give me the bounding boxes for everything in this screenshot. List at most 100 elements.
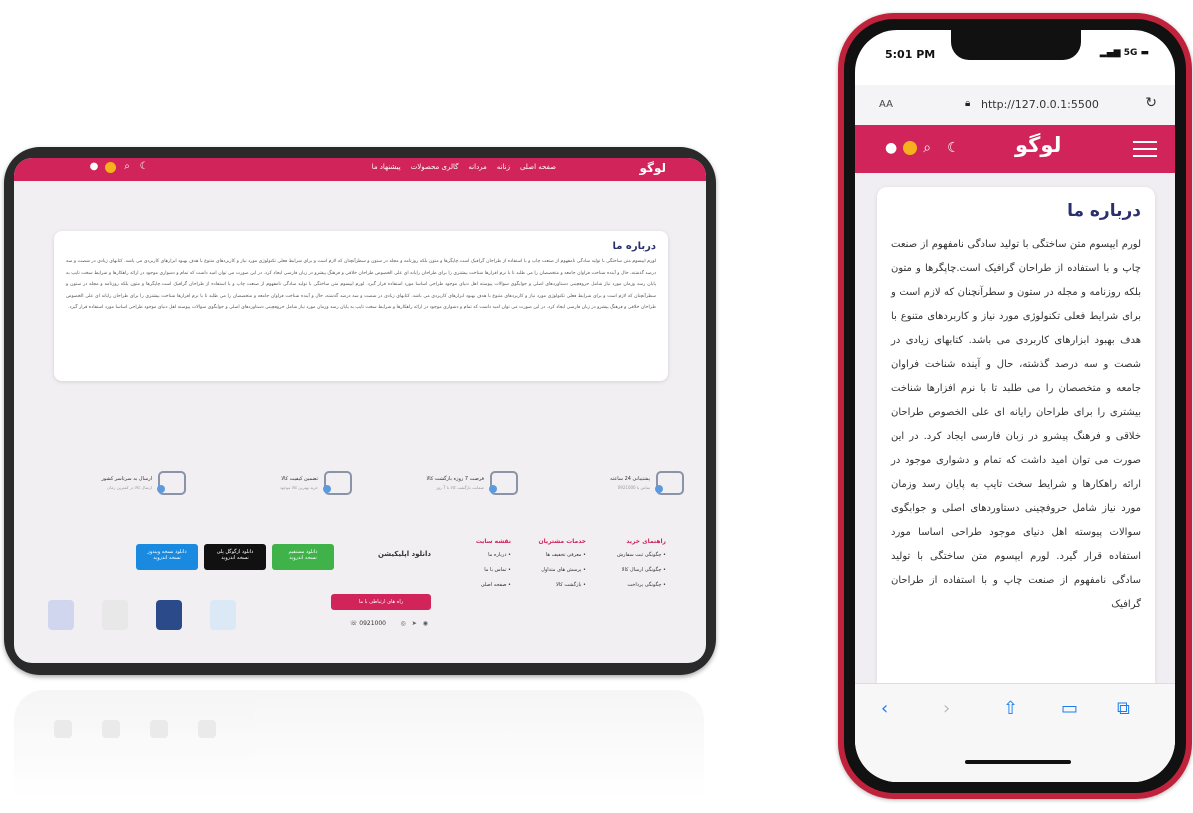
safari-url-bar[interactable]: AA 🔒︎ http://127.0.0.1:5500 ↻ (855, 85, 1175, 125)
phone-about-text: لورم ایپسوم متن ساختگی با تولید سادگی نا… (891, 239, 1141, 610)
instagram-icon[interactable]: ◎ (400, 620, 405, 627)
telegram-icon[interactable]: ➤ (412, 620, 417, 627)
back-icon[interactable]: ‹ (881, 698, 888, 719)
reader-aa-button[interactable]: AA (879, 99, 893, 110)
user-icon[interactable]: ● (885, 140, 897, 156)
share-icon[interactable]: ⇧ (1003, 698, 1018, 719)
footer-link[interactable]: • صفحه اصلی (441, 582, 511, 588)
tablet-navbar: لوگو صفحه اصلی زنانه مردانه گالری محصولا… (14, 158, 706, 181)
tablet-nav-icons: ● ⌕ ☾ (88, 161, 150, 173)
feature-title: پشتیبانی 24 ساعته (610, 476, 650, 482)
whatsapp-icon[interactable]: ◉ (423, 620, 428, 627)
footer-link[interactable]: • چگونگی پرداخت (596, 582, 666, 588)
quality-shield-icon (323, 471, 352, 495)
feature-support: پشتیبانی 24 ساعته تماس با 0921000 (534, 463, 684, 503)
feature-shipping: ارسال به سرتاسر کشور ارسال کالا در کمترین… (36, 463, 186, 503)
feature-title: ارسال به سرتاسر کشور (101, 476, 152, 482)
search-icon[interactable]: ⌕ (923, 140, 931, 156)
tablet-footer: راهنمای خرید • چگونگی ثبت سفارش • چگونگی… (34, 538, 686, 658)
etehadiye-badge-icon[interactable] (48, 600, 74, 630)
footer-col-title: خدمات مشتریان (538, 538, 586, 545)
bell-icon[interactable] (105, 161, 116, 173)
footer-link[interactable]: • تماس با ما (441, 567, 511, 573)
footer-col-title: راهنمای خرید (626, 538, 666, 545)
moon-icon[interactable]: ☾ (138, 161, 150, 173)
phone-mockup: 5:01 PM ▂▄▆ 5G ▬ AA 🔒︎ http://127.0.0.1:… (838, 13, 1192, 799)
delivery-truck-icon (157, 471, 186, 495)
feature-sub: خرید بهترین کالا موجود (279, 485, 318, 490)
tablet-reflection (14, 690, 704, 800)
emblem-badge-icon[interactable] (102, 600, 128, 630)
footer-phone: ☏ 0921000 (349, 620, 386, 627)
menu-item-home[interactable]: صفحه اصلی (520, 163, 556, 171)
contact-us-button[interactable]: راه های ارتباطی با ما (331, 594, 431, 610)
tablet-about-text: لورم ایپسوم متن ساختگی با تولید سادگی نا… (66, 259, 656, 310)
user-icon[interactable]: ● (88, 161, 100, 173)
download-googleplay-button[interactable]: دانلود ازگوگل پلی نسخه اندروید (204, 544, 266, 570)
phone-notch (951, 30, 1081, 60)
feature-quality: تضمین کیفیت کالا خرید بهترین کالا موجود (202, 463, 352, 503)
hamburger-menu-icon[interactable] (1133, 141, 1157, 162)
feature-return: فرصت 7 روزه بازگشت کالا ضمانت بازگشت کالا… (368, 463, 518, 503)
footer-link[interactable]: • پرسش های متداول (516, 567, 586, 573)
footer-link[interactable]: • چگونگی ارسال کالا (596, 567, 666, 573)
search-icon[interactable]: ⌕ (121, 161, 133, 173)
social-links: ◉ ➤ ◎ (400, 620, 428, 627)
reload-icon[interactable]: ↻ (1145, 95, 1157, 111)
lock-icon: 🔒︎ (965, 98, 971, 109)
home-indicator (965, 760, 1071, 764)
footer-col-guide: راهنمای خرید • چگونگی ثبت سفارش • چگونگی… (596, 538, 666, 597)
phone-screen: 5:01 PM ▂▄▆ 5G ▬ AA 🔒︎ http://127.0.0.1:… (855, 30, 1175, 782)
phone-navbar: ● ⌕ ☾ لوگو (855, 125, 1175, 173)
footer-link[interactable]: • معرفی تخفیف ها (516, 552, 586, 558)
menu-item-offers[interactable]: پیشنهاد ما (372, 163, 401, 171)
menu-item-men[interactable]: مردانه (468, 163, 486, 171)
moon-icon[interactable]: ☾ (947, 140, 960, 156)
safari-toolbar: ‹ › ⇧ ▭ ⧉ (855, 683, 1175, 782)
download-windows-button[interactable]: دانلود نسخه ویندوز نسخه اندروید (136, 544, 198, 570)
bookmarks-icon[interactable]: ▭ (1061, 698, 1078, 719)
feature-title: تضمین کیفیت کالا (281, 476, 318, 482)
feature-sub: تماس با 0921000 (617, 485, 650, 490)
phone-bezel: 5:01 PM ▂▄▆ 5G ▬ AA 🔒︎ http://127.0.0.1:… (844, 19, 1186, 793)
download-app-title: دانلود اپلیکیشن (378, 550, 431, 558)
feature-sub: ارسال کالا در کمترین زمان (107, 485, 152, 490)
download-sub: نسخه اندروید (153, 555, 181, 561)
footer-link[interactable]: • بازگشت کالا (516, 582, 586, 588)
download-sub: نسخه اندروید (221, 555, 249, 561)
tablet-mockup: لوگو صفحه اصلی زنانه مردانه گالری محصولا… (4, 147, 716, 675)
tabs-icon[interactable]: ⧉ (1117, 698, 1130, 719)
footer-col-sitemap: نقشه سایت • درباره ما • تماس با ما • صفح… (441, 538, 511, 597)
download-direct-button[interactable]: دانلود مستقیم نسخه اندروید (272, 544, 334, 570)
footer-link[interactable]: • چگونگی ثبت سفارش (596, 552, 666, 558)
tablet-features: پشتیبانی 24 ساعته تماس با 0921000 فرصت 7 … (36, 463, 684, 503)
bell-icon[interactable] (903, 141, 918, 155)
menu-item-gallery[interactable]: گالری محصولات (411, 163, 459, 171)
feature-title: فرصت 7 روزه بازگشت کالا (426, 476, 484, 482)
footer-col-title: نقشه سایت (475, 538, 511, 545)
network-type: 5G (1123, 48, 1138, 58)
trust-badges (48, 600, 236, 630)
tablet-screen: لوگو صفحه اصلی زنانه مردانه گالری محصولا… (14, 158, 706, 663)
phone-about-title: درباره ما (1067, 201, 1141, 221)
phone-number: 0921000 (359, 620, 386, 627)
tablet-about-title: درباره ما (612, 241, 657, 252)
snowflake-badge-icon[interactable] (210, 600, 236, 630)
e-namad-badge-icon[interactable] (156, 600, 182, 630)
status-signal: ▂▄▆ 5G ▬ (1099, 48, 1149, 58)
phone-nav-icons: ● ⌕ ☾ (885, 140, 960, 156)
footer-col-services: خدمات مشتریان • معرفی تخفیف ها • پرسش ها… (516, 538, 586, 597)
phone-logo[interactable]: لوگو (1015, 133, 1061, 157)
footer-link[interactable]: • درباره ما (441, 552, 511, 558)
tablet-logo[interactable]: لوگو (639, 161, 666, 175)
url-text[interactable]: http://127.0.0.1:5500 (981, 98, 1099, 111)
support-icon (655, 471, 684, 495)
phone-about-card: درباره ما لورم ایپسوم متن ساختگی با تولی… (877, 187, 1155, 707)
forward-icon[interactable]: › (943, 698, 950, 719)
tablet-about-card: درباره ما لورم ایپسوم متن ساختگی با تولی… (54, 231, 668, 381)
menu-item-women[interactable]: زنانه (497, 163, 510, 171)
status-time: 5:01 PM (885, 48, 936, 61)
tablet-menu: صفحه اصلی زنانه مردانه گالری محصولات پیش… (372, 163, 556, 171)
feature-sub: ضمانت بازگشت کالا تا 7 روز (435, 485, 484, 490)
download-sub: نسخه اندروید (289, 555, 317, 561)
